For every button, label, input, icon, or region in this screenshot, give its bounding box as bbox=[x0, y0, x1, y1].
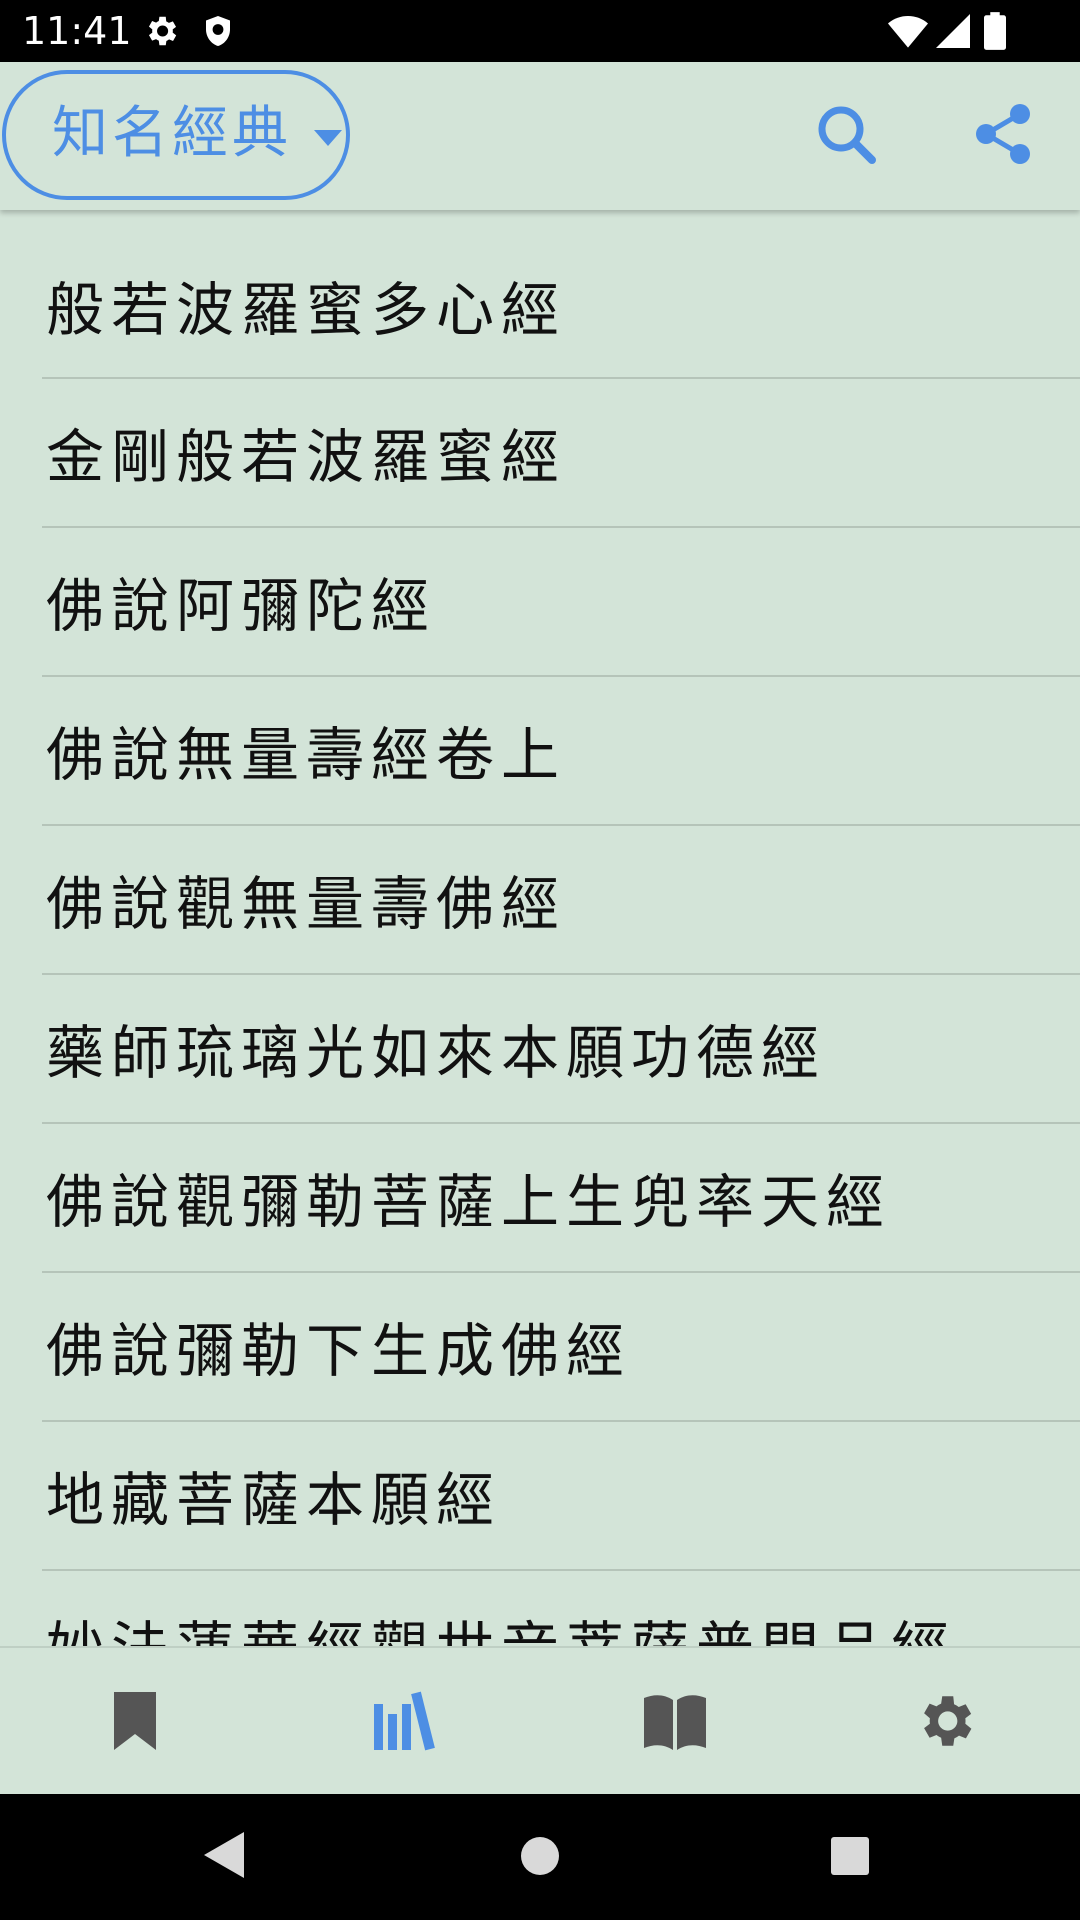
status-time: 11:41 bbox=[22, 9, 132, 53]
sutra-item[interactable]: 地藏菩薩本願經 bbox=[42, 1422, 1080, 1571]
system-nav bbox=[0, 1794, 1080, 1920]
sutra-title: 佛說觀無量壽佛經 bbox=[46, 870, 567, 938]
battery-icon bbox=[984, 12, 1006, 50]
status-bar: 11:41 bbox=[0, 0, 1080, 62]
sutra-title: 藥師琉璃光如來本願功德經 bbox=[46, 1019, 827, 1087]
bookmark-icon[interactable] bbox=[100, 1688, 170, 1754]
open-book-icon[interactable] bbox=[640, 1688, 710, 1754]
app-bar: 知名經典 bbox=[0, 62, 1080, 210]
recents-icon[interactable] bbox=[830, 1836, 870, 1876]
back-icon[interactable] bbox=[204, 1832, 244, 1878]
gear-icon bbox=[148, 16, 177, 46]
sutra-item[interactable]: 般若波羅蜜多心經 bbox=[42, 210, 1080, 379]
settings-icon[interactable] bbox=[910, 1688, 980, 1754]
sutra-item[interactable]: 藥師琉璃光如來本願功德經 bbox=[42, 975, 1080, 1124]
share-icon[interactable] bbox=[972, 102, 1036, 166]
sutra-title: 般若波羅蜜多心經 bbox=[46, 276, 567, 344]
sutra-item[interactable]: 佛說無量壽經卷上 bbox=[42, 677, 1080, 826]
sutra-item[interactable]: 佛說彌勒下生成佛經 bbox=[42, 1273, 1080, 1422]
category-dropdown[interactable]: 知名經典 bbox=[2, 70, 350, 200]
sutra-item[interactable]: 妙法蓮華經觀世音菩薩普門品經 bbox=[42, 1571, 1080, 1646]
sutra-item[interactable]: 佛說觀彌勒菩薩上生兜率天經 bbox=[42, 1124, 1080, 1273]
dropdown-arrow-icon bbox=[314, 130, 342, 146]
search-icon[interactable] bbox=[814, 102, 878, 166]
bottom-nav bbox=[0, 1646, 1080, 1796]
home-icon[interactable] bbox=[520, 1836, 560, 1876]
library-icon[interactable] bbox=[370, 1688, 440, 1754]
sutra-title: 佛說無量壽經卷上 bbox=[46, 721, 567, 789]
sutra-item[interactable]: 金剛般若波羅蜜經 bbox=[42, 379, 1080, 528]
sutra-item[interactable]: 佛說阿彌陀經 bbox=[42, 528, 1080, 677]
sutra-title: 佛說彌勒下生成佛經 bbox=[46, 1317, 632, 1385]
sutra-list: 般若波羅蜜多心經 金剛般若波羅蜜經 佛說阿彌陀經 佛說無量壽經卷上 佛說觀無量壽… bbox=[0, 210, 1080, 1646]
sutra-title: 地藏菩薩本願經 bbox=[46, 1466, 502, 1534]
category-label: 知名經典 bbox=[52, 101, 292, 166]
sutra-item[interactable]: 佛說觀無量壽佛經 bbox=[42, 826, 1080, 975]
sutra-title: 金剛般若波羅蜜經 bbox=[46, 423, 567, 491]
shield-icon bbox=[206, 16, 230, 46]
signal-icon bbox=[936, 14, 970, 48]
wifi-icon bbox=[888, 16, 928, 48]
sutra-title: 妙法蓮華經觀世音菩薩普門品經 bbox=[46, 1609, 956, 1646]
sutra-title: 佛說觀彌勒菩薩上生兜率天經 bbox=[46, 1168, 892, 1236]
sutra-title: 佛說阿彌陀經 bbox=[46, 572, 437, 640]
